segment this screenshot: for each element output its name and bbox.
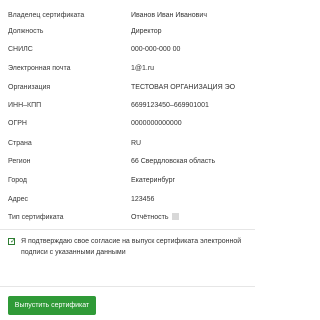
field-label: Владелец сертификата xyxy=(8,12,85,19)
consent-block: ✓ Я подтверждаю свое согласие на выпуск … xyxy=(8,236,248,260)
field-value: Отчётность xyxy=(131,214,169,221)
field-label: Тип сертификата xyxy=(8,214,64,221)
field-city: Город Екатеринбург xyxy=(0,174,255,188)
field-snils: СНИЛС 000-000-000 00 xyxy=(0,43,255,57)
field-value: 000-000-000 00 xyxy=(131,46,181,53)
field-email: Электронная почта 1@1.ru xyxy=(0,62,255,76)
field-label: Регион xyxy=(8,158,31,165)
field-organization: Организация ТЕСТОВАЯ ОРГАНИЗАЦИЯ ЭО xyxy=(0,81,255,95)
checkmark-icon: ✓ xyxy=(10,238,16,245)
field-value: Екатеринбург xyxy=(131,177,176,184)
divider xyxy=(0,229,255,230)
field-country: Страна RU xyxy=(0,137,255,151)
field-region: Регион 66 Свердловская область xyxy=(0,155,255,169)
field-value: 66 Свердловская область xyxy=(131,158,216,165)
field-position: Должность Директор xyxy=(0,25,255,39)
field-label: Должность xyxy=(8,28,44,35)
field-value: 1@1.ru xyxy=(131,65,155,72)
field-ogrn: ОГРН 0000000000000 xyxy=(0,117,255,131)
field-certificate-type: Тип сертификата Отчётность xyxy=(0,211,255,225)
field-label: СНИЛС xyxy=(8,46,33,53)
issue-certificate-button[interactable]: Выпустить сертификат xyxy=(8,296,96,315)
field-value: 6699123450–669901001 xyxy=(131,102,209,109)
consent-checkbox[interactable]: ✓ xyxy=(8,238,16,245)
field-label: ИНН–КПП xyxy=(8,102,42,109)
help-icon[interactable] xyxy=(171,212,179,220)
field-label: Организация xyxy=(8,84,51,91)
field-owner: Владелец сертификата Иванов Иван Иванови… xyxy=(0,9,255,23)
consent-label[interactable]: Я подтверждаю свое согласие на выпуск се… xyxy=(21,236,246,258)
field-value: Иванов Иван Иванович xyxy=(131,12,207,19)
divider xyxy=(0,286,255,287)
field-label: Электронная почта xyxy=(8,65,71,72)
field-value-with-help: Отчётность xyxy=(131,211,179,225)
field-label: ОГРН xyxy=(8,120,27,127)
field-address: Адрес 123456 xyxy=(0,193,255,207)
field-label: Город xyxy=(8,177,27,184)
field-value: Директор xyxy=(131,28,162,35)
field-value: RU xyxy=(131,140,142,147)
field-label: Адрес xyxy=(8,196,29,203)
field-value: 0000000000000 xyxy=(131,120,182,127)
field-value: ТЕСТОВАЯ ОРГАНИЗАЦИЯ ЭО xyxy=(131,84,236,91)
field-label: Страна xyxy=(8,140,32,147)
field-inn-kpp: ИНН–КПП 6699123450–669901001 xyxy=(0,99,255,113)
field-value: 123456 xyxy=(131,196,155,203)
